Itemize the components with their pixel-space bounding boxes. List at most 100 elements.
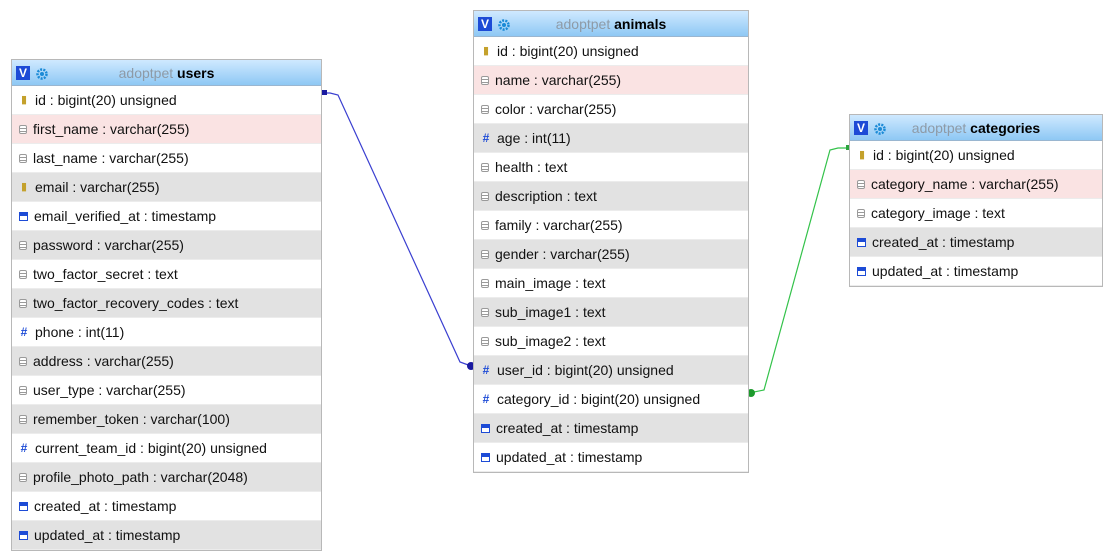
text-field-icon — [19, 153, 27, 163]
column-row[interactable]: ▮ id : bigint(20) unsigned — [474, 37, 748, 66]
column-row[interactable]: remember_token : varchar(100) — [12, 405, 321, 434]
column-label: main_image : text — [495, 275, 606, 291]
table-header[interactable]: Vadoptpet animals — [474, 11, 748, 37]
text-field-icon — [481, 162, 489, 172]
gear-icon[interactable] — [498, 18, 510, 31]
text-field-icon — [19, 240, 27, 250]
relation-categories-animals — [747, 145, 851, 397]
column-row[interactable]: health : text — [474, 153, 748, 182]
column-row[interactable]: two_factor_secret : text — [12, 260, 321, 289]
column-label: profile_photo_path : varchar(2048) — [33, 469, 248, 485]
column-row[interactable]: # user_id : bigint(20) unsigned — [474, 356, 748, 385]
column-label: email : varchar(255) — [35, 179, 160, 195]
text-field-icon — [481, 75, 489, 85]
hash-icon: # — [20, 325, 28, 339]
column-label: first_name : varchar(255) — [33, 121, 190, 137]
column-label: category_id : bigint(20) unsigned — [497, 391, 701, 407]
column-row[interactable]: main_image : text — [474, 269, 748, 298]
column-row[interactable]: category_name : varchar(255) — [850, 170, 1102, 199]
column-row[interactable]: updated_at : timestamp — [850, 257, 1102, 286]
text-field-icon — [481, 220, 489, 230]
column-label: category_name : varchar(255) — [871, 176, 1059, 192]
column-label: current_team_id : bigint(20) unsigned — [35, 440, 267, 456]
column-row[interactable]: created_at : timestamp — [474, 414, 748, 443]
text-field-icon — [481, 307, 489, 317]
column-row[interactable]: ▮ id : bigint(20) unsigned — [12, 86, 321, 115]
table-header[interactable]: Vadoptpet users — [12, 60, 321, 86]
column-row[interactable]: gender : varchar(255) — [474, 240, 748, 269]
table-users[interactable]: Vadoptpet users ▮ id : bigint(20) unsigned… — [11, 59, 322, 551]
column-label: description : text — [495, 188, 597, 204]
column-row[interactable]: # category_id : bigint(20) unsigned — [474, 385, 748, 414]
column-label: updated_at : timestamp — [34, 527, 181, 543]
column-label: sub_image1 : text — [495, 304, 606, 320]
hash-icon: # — [20, 441, 28, 455]
text-field-icon — [481, 249, 489, 259]
gear-icon[interactable] — [874, 122, 886, 135]
column-label: phone : int(11) — [35, 324, 125, 340]
column-row[interactable]: last_name : varchar(255) — [12, 144, 321, 173]
table-title: adoptpet animals — [474, 16, 748, 32]
column-row[interactable]: category_image : text — [850, 199, 1102, 228]
column-label: updated_at : timestamp — [872, 263, 1019, 279]
calendar-icon — [481, 423, 490, 433]
column-row[interactable]: sub_image1 : text — [474, 298, 748, 327]
column-row[interactable]: ▮ id : bigint(20) unsigned — [850, 141, 1102, 170]
table-categories[interactable]: Vadoptpet categories ▮ id : bigint(20) uns… — [849, 114, 1103, 287]
column-label: category_image : text — [871, 205, 1005, 221]
gear-icon[interactable] — [36, 67, 48, 80]
table-header[interactable]: Vadoptpet categories — [850, 115, 1102, 141]
table-name: categories — [970, 119, 1041, 136]
column-label: address : varchar(255) — [33, 353, 174, 369]
column-row[interactable]: address : varchar(255) — [12, 347, 321, 376]
text-field-icon — [481, 104, 489, 114]
column-row[interactable]: password : varchar(255) — [12, 231, 321, 260]
table-animals[interactable]: Vadoptpet animals ▮ id : bigint(20) unsign… — [473, 10, 749, 473]
text-field-icon — [857, 208, 865, 218]
table-title: adoptpet users — [12, 65, 321, 81]
column-label: two_factor_secret : text — [33, 266, 178, 282]
text-field-icon — [19, 298, 27, 308]
column-row[interactable]: # age : int(11) — [474, 124, 748, 153]
text-field-icon — [19, 269, 27, 279]
column-label: family : varchar(255) — [495, 217, 623, 233]
column-row[interactable]: created_at : timestamp — [12, 492, 321, 521]
database-name: adoptpet — [555, 15, 611, 32]
text-field-icon — [19, 124, 27, 134]
column-row[interactable]: sub_image2 : text — [474, 327, 748, 356]
column-row[interactable]: description : text — [474, 182, 748, 211]
column-row[interactable]: name : varchar(255) — [474, 66, 748, 95]
table-name: users — [177, 64, 215, 81]
column-label: user_type : varchar(255) — [33, 382, 186, 398]
column-label: gender : varchar(255) — [495, 246, 630, 262]
column-row[interactable]: email_verified_at : timestamp — [12, 202, 321, 231]
toggle-columns-icon[interactable]: V — [854, 120, 868, 135]
column-label: health : text — [495, 159, 568, 175]
column-row[interactable]: updated_at : timestamp — [474, 443, 748, 472]
column-row[interactable]: first_name : varchar(255) — [12, 115, 321, 144]
table-name: animals — [614, 15, 667, 32]
column-row[interactable]: ▮ email : varchar(255) — [12, 173, 321, 202]
column-row[interactable]: profile_photo_path : varchar(2048) — [12, 463, 321, 492]
column-row[interactable]: created_at : timestamp — [850, 228, 1102, 257]
column-row[interactable]: family : varchar(255) — [474, 211, 748, 240]
column-label: created_at : timestamp — [34, 498, 177, 514]
toggle-columns-icon[interactable]: V — [478, 16, 492, 31]
toggle-columns-icon[interactable]: V — [16, 65, 30, 80]
calendar-icon — [857, 237, 866, 247]
column-row[interactable]: color : varchar(255) — [474, 95, 748, 124]
calendar-icon — [19, 501, 28, 511]
text-field-icon — [19, 414, 27, 424]
column-row[interactable]: # current_team_id : bigint(20) unsigned — [12, 434, 321, 463]
column-label: sub_image2 : text — [495, 333, 606, 349]
column-row[interactable]: updated_at : timestamp — [12, 521, 321, 550]
column-label: remember_token : varchar(100) — [33, 411, 230, 427]
column-label: created_at : timestamp — [496, 420, 639, 436]
column-label: updated_at : timestamp — [496, 449, 643, 465]
column-row[interactable]: two_factor_recovery_codes : text — [12, 289, 321, 318]
column-label: password : varchar(255) — [33, 237, 184, 253]
text-field-icon — [19, 472, 27, 482]
column-label: age : int(11) — [497, 130, 571, 146]
column-row[interactable]: # phone : int(11) — [12, 318, 321, 347]
column-row[interactable]: user_type : varchar(255) — [12, 376, 321, 405]
